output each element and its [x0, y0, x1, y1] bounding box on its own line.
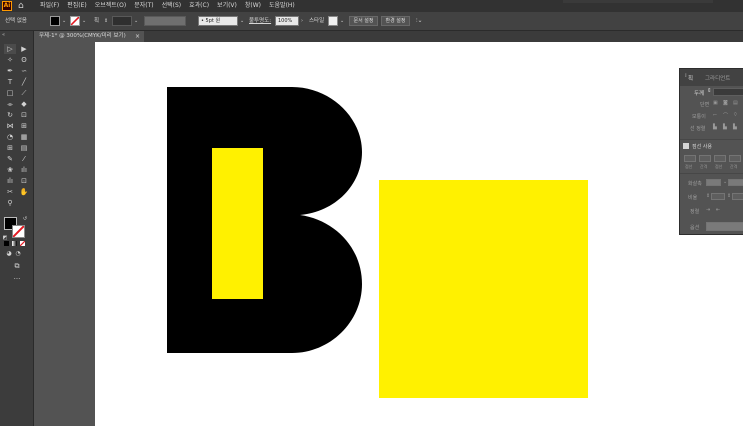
dashed-checkbox[interactable]: [683, 143, 689, 149]
align-inside-icon[interactable]: ▙: [723, 124, 727, 130]
dash-label-1: 점선: [685, 164, 693, 169]
projecting-cap-icon[interactable]: ▤: [733, 100, 738, 106]
tab-stroke[interactable]: 획: [688, 74, 693, 82]
weight-label: 두께: [694, 91, 705, 97]
gap-input-2[interactable]: [729, 155, 741, 162]
align-outside-icon[interactable]: ▙: [733, 124, 737, 130]
divider: [680, 173, 743, 174]
gap-label-2: 간격: [730, 164, 738, 169]
gap-label-1: 간격: [700, 164, 708, 169]
dash-input-2[interactable]: [714, 155, 726, 162]
arrow-scale-start-input[interactable]: [711, 193, 725, 200]
bevel-join-icon[interactable]: ⌔: [733, 112, 738, 118]
round-cap-icon[interactable]: ◙: [723, 100, 728, 106]
align-center-icon[interactable]: ▙: [713, 124, 717, 130]
artwork: [167, 87, 588, 398]
round-join-icon[interactable]: ⌒: [723, 112, 728, 119]
arrow-scale-end-input[interactable]: [732, 193, 743, 200]
butt-cap-icon[interactable]: ▣: [713, 100, 718, 106]
arrow-align-label: 정렬: [690, 209, 700, 215]
cap-label: 단면: [700, 102, 710, 108]
miter-join-icon[interactable]: ⌐: [713, 112, 717, 118]
yellow-bar-shape[interactable]: [212, 148, 263, 299]
corner-label: 모퉁이: [692, 114, 706, 120]
profile-select[interactable]: [706, 222, 743, 231]
dash-input-1[interactable]: [684, 155, 696, 162]
dashed-label: 점선 사용: [692, 144, 712, 150]
dash-label-2: 점선: [715, 164, 723, 169]
align-stroke-label: 선 정렬: [690, 126, 706, 132]
stroke-panel: ⁞ 획 그라디언트 두께 ⇕ 단면 ▣ ◙ ▤ 모퉁이 ⌐ ⌒ ⌔ 선 정렬 ▙…: [679, 68, 743, 235]
panel-grip-icon[interactable]: ⁞: [685, 73, 687, 79]
tab-gradient[interactable]: 그라디언트: [705, 74, 730, 82]
arrow-align-end-icon[interactable]: ⇤: [716, 207, 720, 213]
divider: [680, 139, 743, 140]
arrowheads-label: 화살촉: [688, 181, 702, 187]
panel-header: ⁞ 획 그라디언트: [680, 69, 743, 86]
arrow-start-select[interactable]: [706, 179, 721, 186]
chevron-down-icon[interactable]: ⌄: [723, 179, 727, 185]
stepper-icon[interactable]: ⇕: [707, 88, 712, 94]
scale-label: 비율: [688, 195, 698, 201]
letter-b-shape[interactable]: [167, 87, 362, 353]
weight-input[interactable]: [713, 88, 743, 96]
stepper-icon[interactable]: ⇕: [706, 193, 710, 199]
gap-input-1[interactable]: [699, 155, 711, 162]
stepper-icon[interactable]: ⇕: [727, 193, 731, 199]
arrow-end-select[interactable]: [728, 179, 743, 186]
arrow-align-tip-icon[interactable]: ⇥: [706, 207, 710, 213]
profile-label: 옵션: [690, 225, 700, 231]
yellow-square-shape[interactable]: [379, 180, 588, 398]
